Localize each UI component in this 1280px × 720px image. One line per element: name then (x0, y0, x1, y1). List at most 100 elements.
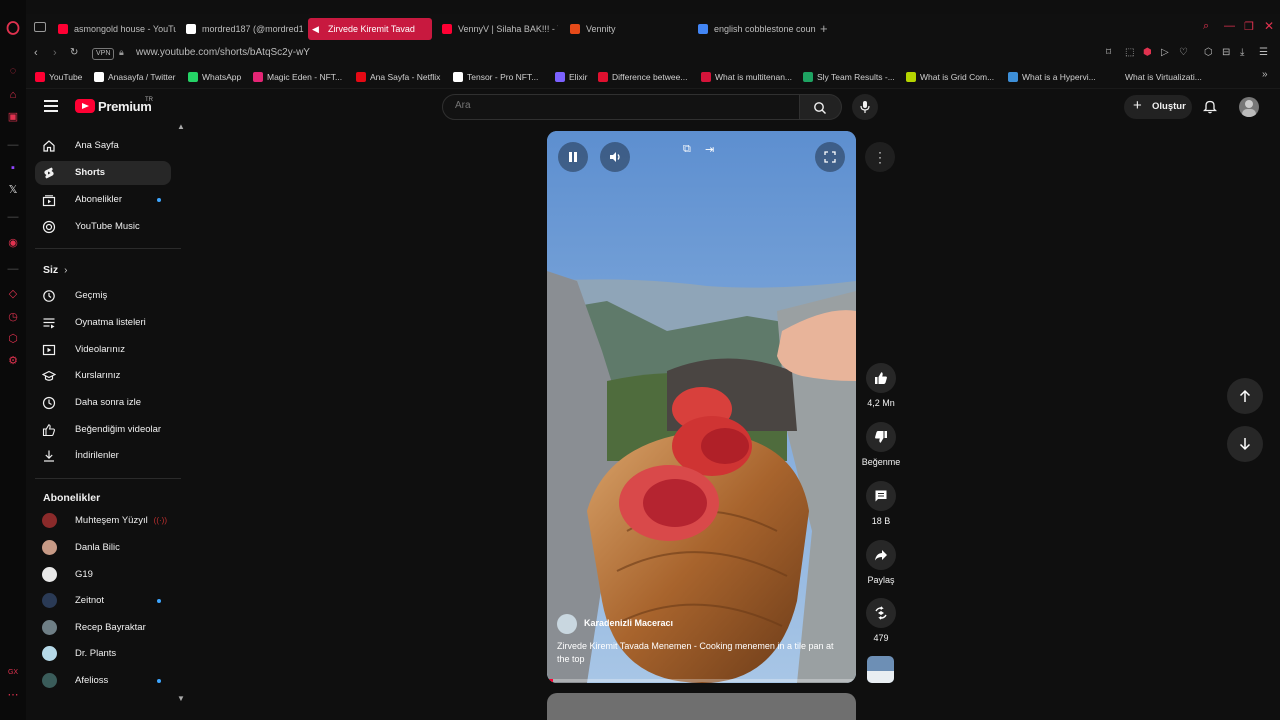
sidebar-item-subscriptions[interactable]: Abonelikler (35, 188, 171, 212)
sidebar-item-shorts[interactable]: Shorts (35, 161, 171, 185)
reload-icon[interactable]: ↻ (70, 47, 78, 58)
tab-1[interactable]: mordred187 (@mordred1 (182, 18, 304, 40)
comments-action[interactable]: 18 B (864, 481, 898, 526)
bookmark-item[interactable]: Elixir (555, 70, 587, 84)
tab-2[interactable]: ◀ Zirvede Kiremit Tavad (308, 18, 432, 40)
comments-button[interactable] (866, 481, 896, 511)
x-twitter-icon[interactable]: 𝕏 (6, 183, 20, 197)
bookmark-item[interactable]: Ana Sayfa - Netflix (356, 70, 440, 84)
sidebar-item-home[interactable]: Ana Sayfa (35, 134, 171, 158)
sidebar-subscription-item[interactable]: Zeitnot (35, 589, 171, 613)
pause-button[interactable] (558, 142, 588, 172)
forward-icon[interactable]: › (53, 47, 57, 59)
tab-0[interactable]: asmongold house - YouTu (54, 18, 176, 40)
voice-search-button[interactable] (852, 94, 878, 120)
sidebar-item-youtube-music[interactable]: YouTube Music (35, 215, 171, 239)
url-field[interactable]: www.youtube.com/shorts/bAtqSc2y-wY (136, 47, 310, 58)
youtube-logo-text[interactable]: Premium (98, 99, 152, 114)
more-bookmarks-icon[interactable]: » (1262, 69, 1268, 80)
heart-icon[interactable]: ♡ (1179, 47, 1188, 58)
settings-rail-icon[interactable]: ⚙ (6, 354, 20, 368)
search-box[interactable] (442, 94, 800, 120)
dislike-action[interactable]: Beğenme (862, 422, 900, 467)
bookmark-item[interactable]: Magic Eden - NFT... (253, 70, 342, 84)
sidebar-subscription-item[interactable]: Muhteşem Yüzyıl ((·)) (35, 509, 171, 533)
bookmark-item[interactable]: What is multitenan... (701, 70, 792, 84)
bookmark-item[interactable]: Anasayfa / Twitter (94, 70, 175, 84)
sidebar-subscription-item[interactable]: Dr. Plants (35, 642, 171, 666)
bookmark-item[interactable]: What is Grid Com... (906, 70, 994, 84)
sidebar-item-your-videos[interactable]: Videolarınız (35, 338, 171, 362)
channel-avatar[interactable] (557, 614, 577, 634)
sidebar-item-courses[interactable]: Kurslarınız (35, 364, 171, 388)
minimize-icon[interactable]: — (1224, 20, 1235, 32)
tab-3[interactable]: VennyV | Silaha BAK!!! - Y (438, 18, 558, 40)
extensions-rail-icon[interactable]: ⬡ (6, 332, 20, 346)
previous-short-button[interactable] (1227, 378, 1263, 414)
menu-icon[interactable]: ☰ (1259, 47, 1268, 58)
remix-button[interactable] (866, 598, 896, 628)
youtube-logo-icon[interactable] (75, 99, 95, 113)
remix-action[interactable]: 479 (864, 598, 898, 643)
volume-button[interactable] (600, 142, 630, 172)
avatar[interactable] (1239, 97, 1259, 117)
channel-name[interactable]: Karadenizli Maceracı (584, 618, 673, 628)
search-button[interactable] (800, 94, 842, 120)
bookmark-item[interactable]: WhatsApp (188, 70, 241, 84)
history-rail-icon[interactable]: ◷ (6, 310, 20, 324)
next-short-button[interactable] (1227, 426, 1263, 462)
tab-4[interactable]: Vennity (566, 18, 686, 40)
snapshot-icon[interactable]: ⬚ (1125, 47, 1134, 58)
create-button[interactable]: + Oluştur (1124, 95, 1192, 119)
sidebar-item-playlists[interactable]: Oynatma listeleri (35, 311, 171, 335)
sidebar-subscription-item[interactable]: Afelioss (35, 669, 171, 693)
short-video-player[interactable]: ⧉ ⇥ Karadenizli Maceracı Zirvede Kiremit… (547, 131, 856, 683)
bookmark-item[interactable]: Tensor - Pro NFT... (453, 70, 538, 84)
fullscreen-button[interactable] (815, 142, 845, 172)
wallet-icon[interactable]: ⌂ (6, 88, 20, 102)
vpn-badge[interactable]: VPN (92, 48, 115, 60)
sidebar-item-watch-later[interactable]: Daha sonra izle (35, 391, 171, 415)
scroll-up-icon[interactable]: ▲ (177, 122, 185, 131)
twitch-icon[interactable]: ▪ (6, 161, 20, 175)
close-window-icon[interactable]: ✕ (1264, 19, 1274, 33)
bookmark-item[interactable]: Difference betwee... (598, 70, 687, 84)
exit-icon[interactable]: ⇥ (705, 143, 714, 156)
share-action[interactable]: Paylaş (864, 540, 898, 585)
scroll-down-icon[interactable]: ▼ (177, 694, 185, 703)
share-button[interactable] (866, 540, 896, 570)
opera-logo-icon[interactable] (6, 21, 20, 35)
more-rail-icon[interactable]: ⋯ (6, 688, 20, 702)
search-tabs-icon[interactable]: ⌕ (1203, 20, 1209, 33)
adblock-icon[interactable]: ⬢ (1143, 47, 1152, 58)
like-button[interactable] (866, 363, 896, 393)
new-tab-icon[interactable]: + (820, 21, 828, 36)
you-section-heading[interactable]: Siz › (43, 264, 68, 276)
bookmark-item[interactable]: What is a Hypervi... (1008, 70, 1096, 84)
next-short-preview[interactable] (547, 693, 856, 720)
sidebar-item-history[interactable]: Geçmiş (35, 284, 171, 308)
downloads-icon[interactable]: ⤓ (1240, 47, 1244, 58)
notifications-bell-icon[interactable] (1203, 99, 1217, 114)
bookmark-item[interactable]: YouTube (35, 70, 82, 84)
tab-5[interactable]: english cobblestone coun (694, 18, 816, 40)
play-extension-icon[interactable]: ▷ (1161, 47, 1169, 58)
bookmark-item[interactable]: What is Virtualizati... (1111, 70, 1202, 84)
progress-bar[interactable] (547, 679, 856, 682)
hamburger-menu-icon[interactable] (44, 100, 58, 112)
gx-icon[interactable]: GX (6, 666, 20, 680)
sidebar-subscription-item[interactable]: Danla Bilic (35, 536, 171, 560)
player-icon[interactable]: ◉ (6, 236, 20, 250)
more-options-button[interactable]: · · · (865, 142, 895, 172)
sound-thumbnail[interactable] (867, 656, 894, 683)
sidebar-subscription-item[interactable]: G19 (35, 563, 171, 587)
sidebar-subscription-item[interactable]: Recep Bayraktar (35, 616, 171, 640)
tab-menu-icon[interactable] (34, 22, 46, 32)
extensions-icon[interactable]: ⬡ (1204, 47, 1213, 58)
pinboard-icon[interactable]: ◇ (6, 287, 20, 301)
bookmark-item[interactable]: Sly Team Results -... (803, 70, 895, 84)
easy-setup-icon[interactable]: ⊟ (1222, 47, 1230, 58)
sidebar-item-liked-videos[interactable]: Beğendiğim videolar (35, 418, 171, 442)
search-input[interactable] (453, 99, 777, 112)
dislike-button[interactable] (866, 422, 896, 452)
